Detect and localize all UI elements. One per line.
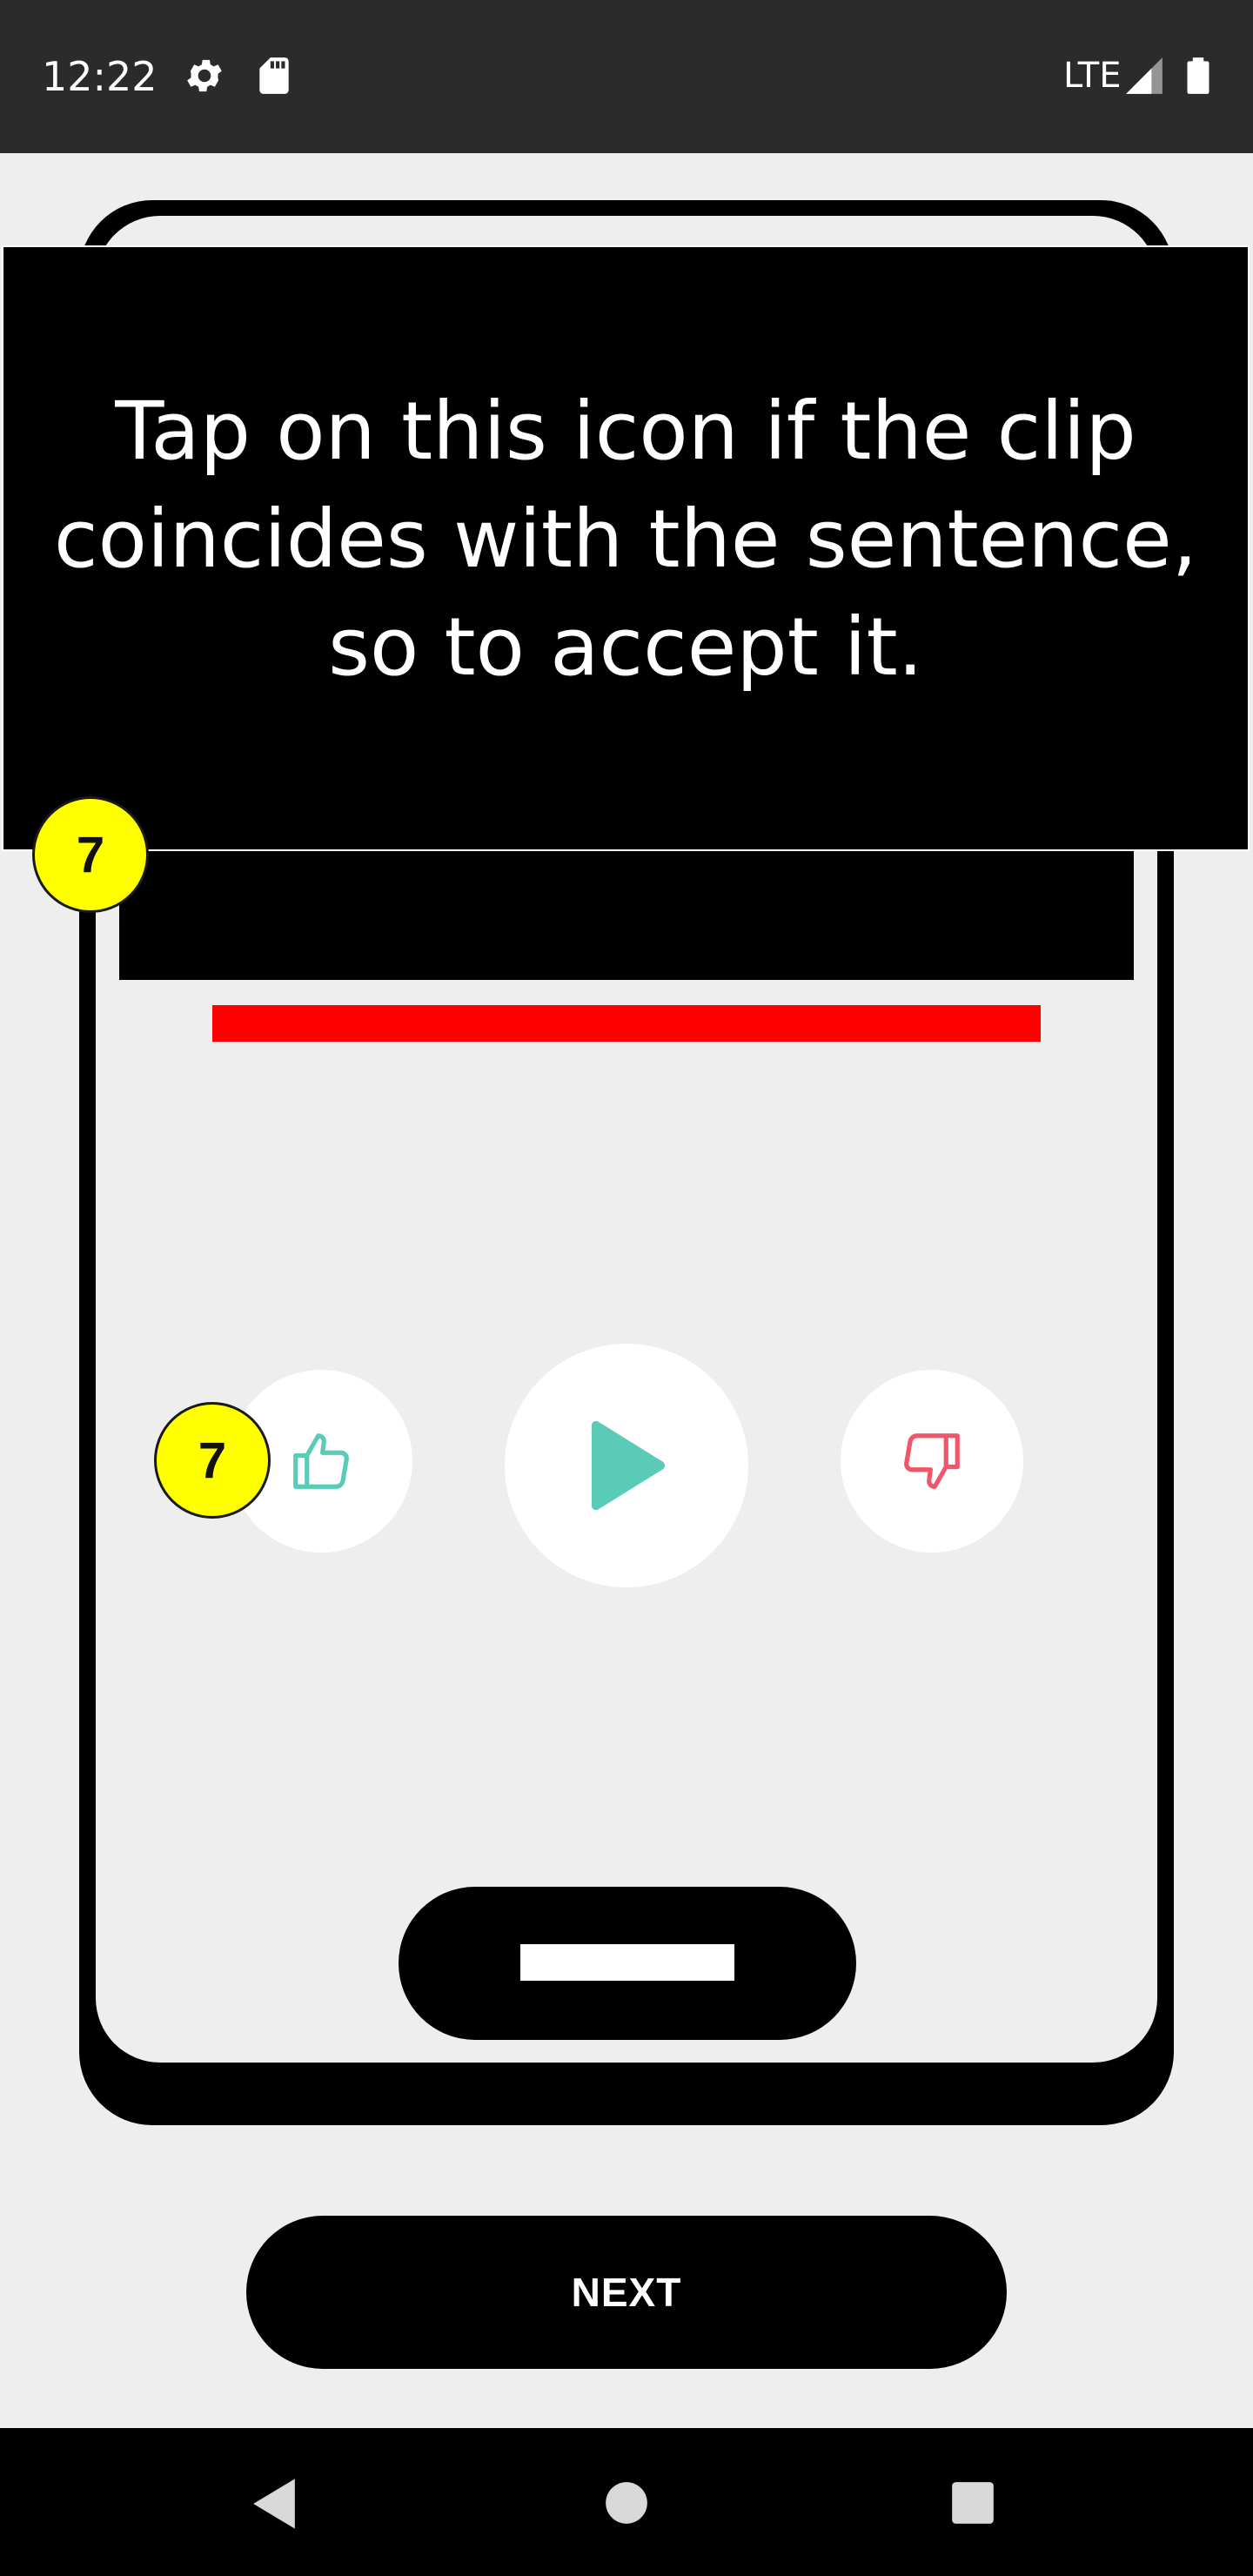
- status-time: 12:22: [42, 53, 157, 100]
- thumbs-up-icon: [293, 1433, 349, 1489]
- sentence-card: [119, 835, 1134, 980]
- step-badge-header: 7: [32, 796, 149, 913]
- step-badge-accept: 7: [154, 1402, 271, 1519]
- status-bar: 12:22 LTE: [0, 0, 1253, 153]
- signal-icon: [1126, 57, 1163, 94]
- back-icon[interactable]: [249, 2477, 299, 2531]
- battery-icon: [1187, 57, 1209, 94]
- recents-icon[interactable]: [950, 2480, 995, 2526]
- tutorial-tooltip: Tap on this icon if the clip coincides w…: [2, 245, 1250, 851]
- sd-card-icon: [259, 57, 289, 94]
- next-button[interactable]: NEXT: [246, 2216, 1007, 2369]
- phone-home-pill-bar: [520, 1944, 734, 1981]
- navigation-bar: [0, 2428, 1253, 2576]
- settings-icon: [187, 59, 222, 92]
- highlight-bar: [212, 1005, 1041, 1042]
- play-icon: [592, 1420, 666, 1511]
- reject-button[interactable]: [841, 1370, 1023, 1553]
- thumbs-down-icon: [904, 1433, 960, 1489]
- network-type: LTE: [1063, 56, 1122, 96]
- home-icon[interactable]: [604, 2480, 649, 2526]
- play-button[interactable]: [505, 1344, 748, 1587]
- tooltip-text: Tap on this icon if the clip coincides w…: [54, 385, 1197, 694]
